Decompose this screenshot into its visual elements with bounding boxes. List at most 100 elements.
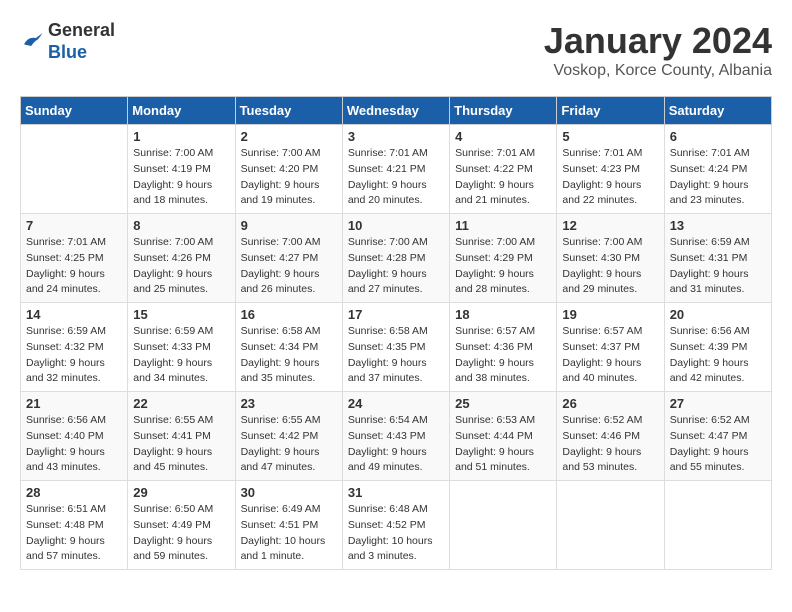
day-sunrise: Sunrise: 7:00 AMSunset: 4:29 PMDaylight:…	[455, 236, 535, 295]
day-number: 10	[348, 218, 444, 233]
col-tuesday: Tuesday	[235, 97, 342, 125]
calendar-table: Sunday Monday Tuesday Wednesday Thursday…	[20, 96, 772, 570]
col-monday: Monday	[128, 97, 235, 125]
day-sunrise: Sunrise: 6:57 AMSunset: 4:36 PMDaylight:…	[455, 325, 535, 384]
calendar-cell: 2 Sunrise: 7:00 AMSunset: 4:20 PMDayligh…	[235, 125, 342, 214]
day-number: 16	[241, 307, 337, 322]
calendar-cell	[450, 481, 557, 570]
calendar-cell: 18 Sunrise: 6:57 AMSunset: 4:36 PMDaylig…	[450, 303, 557, 392]
day-number: 30	[241, 485, 337, 500]
logo-text: General Blue	[48, 20, 115, 63]
day-sunrise: Sunrise: 6:58 AMSunset: 4:34 PMDaylight:…	[241, 325, 321, 384]
day-number: 4	[455, 129, 551, 144]
calendar-cell: 17 Sunrise: 6:58 AMSunset: 4:35 PMDaylig…	[342, 303, 449, 392]
day-sunrise: Sunrise: 7:01 AMSunset: 4:24 PMDaylight:…	[670, 147, 750, 206]
day-sunrise: Sunrise: 7:00 AMSunset: 4:30 PMDaylight:…	[562, 236, 642, 295]
calendar-week-row: 7 Sunrise: 7:01 AMSunset: 4:25 PMDayligh…	[21, 214, 772, 303]
day-sunrise: Sunrise: 6:52 AMSunset: 4:47 PMDaylight:…	[670, 414, 750, 473]
day-number: 2	[241, 129, 337, 144]
calendar-cell: 8 Sunrise: 7:00 AMSunset: 4:26 PMDayligh…	[128, 214, 235, 303]
day-number: 31	[348, 485, 444, 500]
day-number: 14	[26, 307, 122, 322]
calendar-week-row: 14 Sunrise: 6:59 AMSunset: 4:32 PMDaylig…	[21, 303, 772, 392]
day-number: 24	[348, 396, 444, 411]
calendar-cell: 25 Sunrise: 6:53 AMSunset: 4:44 PMDaylig…	[450, 392, 557, 481]
day-sunrise: Sunrise: 7:01 AMSunset: 4:25 PMDaylight:…	[26, 236, 106, 295]
calendar-body: 1 Sunrise: 7:00 AMSunset: 4:19 PMDayligh…	[21, 125, 772, 570]
calendar-cell: 16 Sunrise: 6:58 AMSunset: 4:34 PMDaylig…	[235, 303, 342, 392]
day-sunrise: Sunrise: 7:01 AMSunset: 4:22 PMDaylight:…	[455, 147, 535, 206]
logo-bird-icon	[20, 30, 44, 54]
day-sunrise: Sunrise: 6:56 AMSunset: 4:39 PMDaylight:…	[670, 325, 750, 384]
calendar-cell	[664, 481, 771, 570]
calendar-cell	[21, 125, 128, 214]
calendar-header: Sunday Monday Tuesday Wednesday Thursday…	[21, 97, 772, 125]
calendar-cell	[557, 481, 664, 570]
col-sunday: Sunday	[21, 97, 128, 125]
day-number: 9	[241, 218, 337, 233]
month-title: January 2024	[544, 20, 772, 62]
day-sunrise: Sunrise: 6:55 AMSunset: 4:42 PMDaylight:…	[241, 414, 321, 473]
day-number: 7	[26, 218, 122, 233]
day-number: 25	[455, 396, 551, 411]
day-sunrise: Sunrise: 6:52 AMSunset: 4:46 PMDaylight:…	[562, 414, 642, 473]
day-number: 19	[562, 307, 658, 322]
day-number: 6	[670, 129, 766, 144]
day-number: 3	[348, 129, 444, 144]
col-wednesday: Wednesday	[342, 97, 449, 125]
day-number: 18	[455, 307, 551, 322]
calendar-cell: 6 Sunrise: 7:01 AMSunset: 4:24 PMDayligh…	[664, 125, 771, 214]
page-header: General Blue January 2024 Voskop, Korce …	[20, 20, 772, 80]
calendar-cell: 20 Sunrise: 6:56 AMSunset: 4:39 PMDaylig…	[664, 303, 771, 392]
calendar-cell: 19 Sunrise: 6:57 AMSunset: 4:37 PMDaylig…	[557, 303, 664, 392]
day-sunrise: Sunrise: 6:55 AMSunset: 4:41 PMDaylight:…	[133, 414, 213, 473]
day-number: 23	[241, 396, 337, 411]
day-number: 27	[670, 396, 766, 411]
day-number: 13	[670, 218, 766, 233]
day-sunrise: Sunrise: 6:57 AMSunset: 4:37 PMDaylight:…	[562, 325, 642, 384]
day-sunrise: Sunrise: 6:50 AMSunset: 4:49 PMDaylight:…	[133, 503, 213, 562]
calendar-cell: 7 Sunrise: 7:01 AMSunset: 4:25 PMDayligh…	[21, 214, 128, 303]
calendar-cell: 29 Sunrise: 6:50 AMSunset: 4:49 PMDaylig…	[128, 481, 235, 570]
day-number: 1	[133, 129, 229, 144]
calendar-cell: 22 Sunrise: 6:55 AMSunset: 4:41 PMDaylig…	[128, 392, 235, 481]
calendar-cell: 5 Sunrise: 7:01 AMSunset: 4:23 PMDayligh…	[557, 125, 664, 214]
day-sunrise: Sunrise: 6:56 AMSunset: 4:40 PMDaylight:…	[26, 414, 106, 473]
day-sunrise: Sunrise: 7:00 AMSunset: 4:28 PMDaylight:…	[348, 236, 428, 295]
day-number: 28	[26, 485, 122, 500]
day-sunrise: Sunrise: 6:59 AMSunset: 4:31 PMDaylight:…	[670, 236, 750, 295]
location-subtitle: Voskop, Korce County, Albania	[544, 62, 772, 80]
day-number: 26	[562, 396, 658, 411]
col-thursday: Thursday	[450, 97, 557, 125]
day-sunrise: Sunrise: 6:48 AMSunset: 4:52 PMDaylight:…	[348, 503, 433, 562]
title-block: January 2024 Voskop, Korce County, Alban…	[544, 20, 772, 80]
day-number: 21	[26, 396, 122, 411]
calendar-cell: 11 Sunrise: 7:00 AMSunset: 4:29 PMDaylig…	[450, 214, 557, 303]
calendar-cell: 14 Sunrise: 6:59 AMSunset: 4:32 PMDaylig…	[21, 303, 128, 392]
day-sunrise: Sunrise: 6:59 AMSunset: 4:32 PMDaylight:…	[26, 325, 106, 384]
calendar-cell: 9 Sunrise: 7:00 AMSunset: 4:27 PMDayligh…	[235, 214, 342, 303]
calendar-cell: 12 Sunrise: 7:00 AMSunset: 4:30 PMDaylig…	[557, 214, 664, 303]
calendar-cell: 10 Sunrise: 7:00 AMSunset: 4:28 PMDaylig…	[342, 214, 449, 303]
calendar-cell: 30 Sunrise: 6:49 AMSunset: 4:51 PMDaylig…	[235, 481, 342, 570]
col-saturday: Saturday	[664, 97, 771, 125]
calendar-week-row: 21 Sunrise: 6:56 AMSunset: 4:40 PMDaylig…	[21, 392, 772, 481]
day-sunrise: Sunrise: 6:59 AMSunset: 4:33 PMDaylight:…	[133, 325, 213, 384]
calendar-cell: 31 Sunrise: 6:48 AMSunset: 4:52 PMDaylig…	[342, 481, 449, 570]
calendar-week-row: 1 Sunrise: 7:00 AMSunset: 4:19 PMDayligh…	[21, 125, 772, 214]
calendar-cell: 28 Sunrise: 6:51 AMSunset: 4:48 PMDaylig…	[21, 481, 128, 570]
calendar-cell: 15 Sunrise: 6:59 AMSunset: 4:33 PMDaylig…	[128, 303, 235, 392]
day-number: 20	[670, 307, 766, 322]
day-number: 5	[562, 129, 658, 144]
calendar-cell: 21 Sunrise: 6:56 AMSunset: 4:40 PMDaylig…	[21, 392, 128, 481]
day-sunrise: Sunrise: 7:00 AMSunset: 4:27 PMDaylight:…	[241, 236, 321, 295]
day-number: 17	[348, 307, 444, 322]
day-number: 29	[133, 485, 229, 500]
calendar-cell: 27 Sunrise: 6:52 AMSunset: 4:47 PMDaylig…	[664, 392, 771, 481]
day-sunrise: Sunrise: 6:54 AMSunset: 4:43 PMDaylight:…	[348, 414, 428, 473]
calendar-cell: 3 Sunrise: 7:01 AMSunset: 4:21 PMDayligh…	[342, 125, 449, 214]
day-number: 22	[133, 396, 229, 411]
day-sunrise: Sunrise: 6:53 AMSunset: 4:44 PMDaylight:…	[455, 414, 535, 473]
calendar-cell: 26 Sunrise: 6:52 AMSunset: 4:46 PMDaylig…	[557, 392, 664, 481]
day-sunrise: Sunrise: 7:01 AMSunset: 4:21 PMDaylight:…	[348, 147, 428, 206]
